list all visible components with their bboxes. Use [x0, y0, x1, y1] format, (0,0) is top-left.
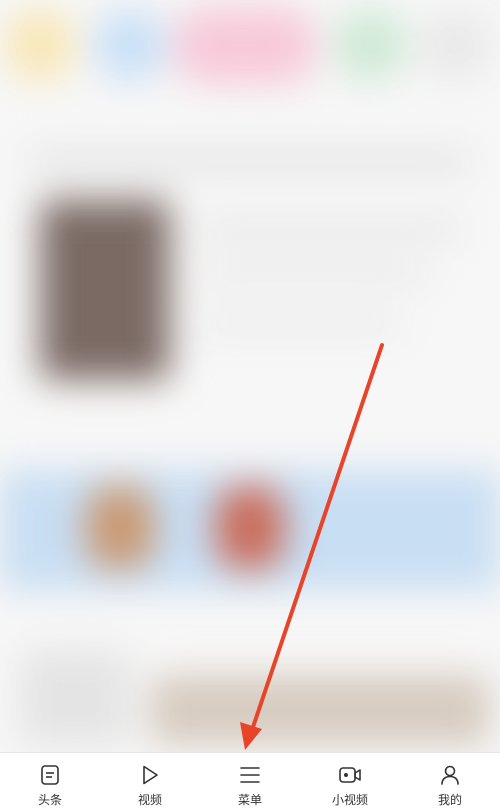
blurred-channel-tile	[5, 10, 75, 80]
tab-video[interactable]: 视频	[100, 753, 200, 811]
blurred-thumbnail	[85, 485, 155, 570]
blurred-thumbnail	[20, 650, 130, 745]
blurred-channel-tile	[95, 10, 165, 80]
app-screen: 头条 视频 菜单 小视频 我的	[0, 0, 500, 811]
tab-small-video-label: 小视频	[331, 793, 368, 807]
tab-video-label: 视频	[137, 793, 162, 807]
tab-headlines[interactable]: 头条	[0, 753, 100, 811]
blurred-thumbnail	[40, 200, 170, 380]
tab-profile-label: 我的	[437, 793, 462, 807]
tab-menu[interactable]: 菜单	[200, 753, 300, 811]
profile-icon	[441, 765, 459, 785]
tab-profile[interactable]: 我的	[400, 753, 500, 811]
blurred-feed-content	[0, 0, 500, 752]
bottom-navigation-bar: 头条 视频 菜单 小视频 我的	[0, 752, 500, 811]
play-icon	[143, 765, 158, 785]
small-video-icon	[339, 767, 361, 783]
tab-menu-label: 菜单	[237, 793, 262, 807]
blurred-thumbnail	[215, 485, 285, 570]
blurred-channel-tile	[175, 8, 315, 83]
blurred-text-line	[200, 265, 430, 283]
blurred-channel-tile	[335, 10, 405, 80]
blurred-text-line	[200, 315, 400, 333]
blurred-text-line	[200, 220, 460, 238]
tab-small-video[interactable]: 小视频	[300, 753, 400, 811]
blurred-card	[150, 675, 490, 745]
headlines-icon	[41, 765, 59, 785]
tab-headlines-label: 头条	[37, 793, 62, 807]
blurred-channel-tile	[420, 10, 490, 80]
menu-icon	[240, 767, 260, 783]
blurred-text-line	[30, 150, 470, 172]
